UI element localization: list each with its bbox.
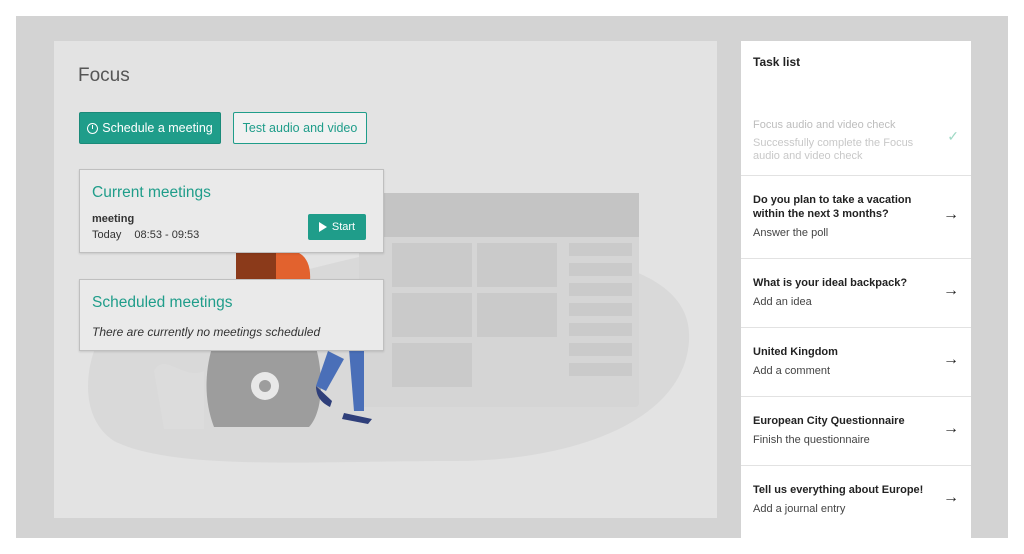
- task-subtitle: Successfully complete the Focus audio an…: [753, 137, 914, 162]
- task-item-backpack-idea[interactable]: What is your ideal backpack? Add an idea…: [741, 258, 971, 327]
- current-meetings-title: Current meetings: [92, 184, 211, 201]
- scheduled-meetings-title: Scheduled meetings: [92, 294, 233, 311]
- task-title: United Kingdom: [753, 346, 838, 358]
- play-icon: [318, 222, 327, 232]
- task-title: Focus audio and video check: [753, 119, 896, 131]
- arrow-right-icon: →: [943, 282, 959, 299]
- start-meeting-button[interactable]: Start: [308, 214, 366, 240]
- task-item-av-check[interactable]: Focus audio and video check Successfully…: [741, 104, 971, 175]
- scheduled-meetings-card: Scheduled meetings There are currently n…: [79, 279, 384, 351]
- schedule-meeting-label: Schedule a meeting: [102, 121, 213, 135]
- arrow-right-icon: →: [943, 351, 959, 368]
- arrow-right-icon: →: [943, 489, 959, 506]
- task-list-header: Task list: [753, 55, 801, 69]
- no-meetings-message: There are currently no meetings schedule…: [92, 325, 321, 339]
- meeting-day: Today: [92, 229, 122, 241]
- current-meetings-card: Current meetings meeting Today 08:53 - 0…: [79, 169, 384, 253]
- main-panel: Focus Schedule a meeting Test audio and …: [54, 41, 717, 518]
- test-audio-video-button[interactable]: Test audio and video: [233, 112, 367, 144]
- task-subtitle: Add a comment: [753, 365, 831, 377]
- task-subtitle: Add a journal entry: [753, 503, 846, 515]
- task-list-panel: Task list Focus audio and video check Su…: [741, 41, 971, 538]
- task-subtitle: Answer the poll: [753, 227, 829, 239]
- task-item-europe-journal[interactable]: Tell us everything about Europe! Add a j…: [741, 465, 971, 538]
- start-label: Start: [331, 221, 356, 233]
- arrow-right-icon: →: [943, 420, 959, 437]
- meeting-schedule: Today 08:53 - 09:53: [92, 229, 199, 241]
- task-title: European City Questionnaire: [753, 415, 905, 427]
- task-title: Tell us everything about Europe!: [753, 484, 924, 496]
- task-title: Do you plan to take a vacation within th…: [753, 194, 912, 220]
- task-subtitle: Add an idea: [753, 296, 812, 308]
- check-icon: ✓: [947, 128, 959, 144]
- task-item-vacation-poll[interactable]: Do you plan to take a vacation within th…: [741, 175, 971, 258]
- page-title: Focus: [78, 65, 130, 86]
- meeting-time: 08:53 - 09:53: [134, 229, 200, 241]
- task-title: What is your ideal backpack?: [753, 277, 908, 289]
- clock-icon: [87, 122, 99, 134]
- task-subtitle: Finish the questionnaire: [753, 434, 870, 446]
- meeting-name: meeting: [92, 213, 135, 225]
- task-item-united-kingdom[interactable]: United Kingdom Add a comment →: [741, 327, 971, 396]
- task-item-city-questionnaire[interactable]: European City Questionnaire Finish the q…: [741, 396, 971, 465]
- arrow-right-icon: →: [943, 206, 959, 223]
- schedule-meeting-button[interactable]: Schedule a meeting: [79, 112, 221, 144]
